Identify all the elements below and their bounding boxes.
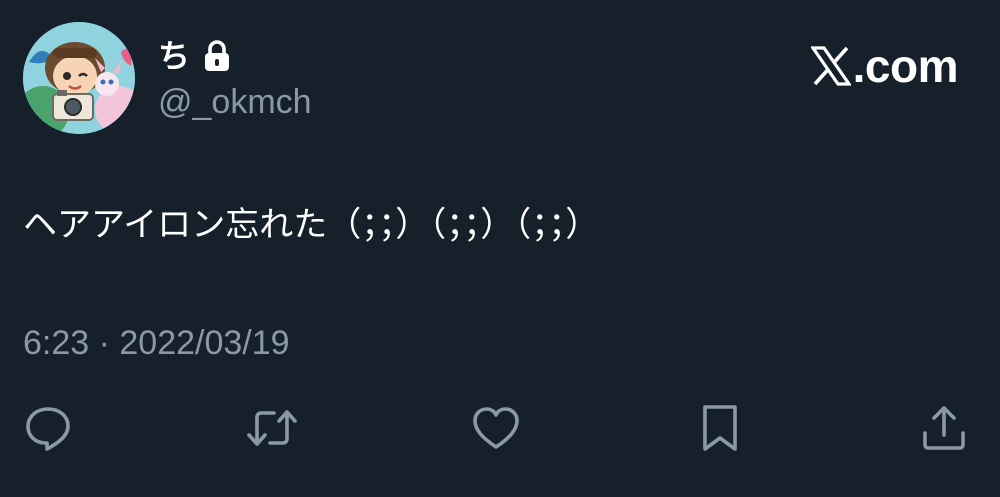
- retweet-icon: [247, 410, 297, 446]
- author-name-row[interactable]: ち: [158, 34, 230, 78]
- reply-icon: [26, 407, 70, 451]
- avatar[interactable]: [23, 22, 135, 134]
- brand-logo: .com: [809, 38, 959, 94]
- tweet-text: ヘアアイロン忘れた（；；）（；；）（；；）: [23, 205, 600, 245]
- retweet-button[interactable]: [244, 400, 300, 456]
- action-bar: [0, 400, 1000, 460]
- lock-icon: [204, 40, 230, 72]
- bookmark-button[interactable]: [692, 400, 748, 456]
- tweet-card: ち @_okmch .com ヘアアイロン忘れた（；；）（；；）（；；） 6:2…: [0, 0, 1000, 497]
- x-logo-icon: [809, 46, 852, 86]
- tweet-timestamp[interactable]: 6:23 · 2022/03/19: [23, 320, 290, 366]
- author-display-name[interactable]: ち: [158, 34, 190, 78]
- reply-button[interactable]: [20, 400, 76, 456]
- author-handle[interactable]: @_okmch: [158, 80, 312, 124]
- like-icon: [473, 407, 519, 449]
- brand-text: .com: [852, 40, 959, 92]
- share-button[interactable]: [916, 400, 972, 456]
- share-icon: [923, 406, 965, 450]
- avatar-illustration: [23, 22, 135, 134]
- like-button[interactable]: [468, 400, 524, 456]
- bookmark-icon: [703, 405, 737, 451]
